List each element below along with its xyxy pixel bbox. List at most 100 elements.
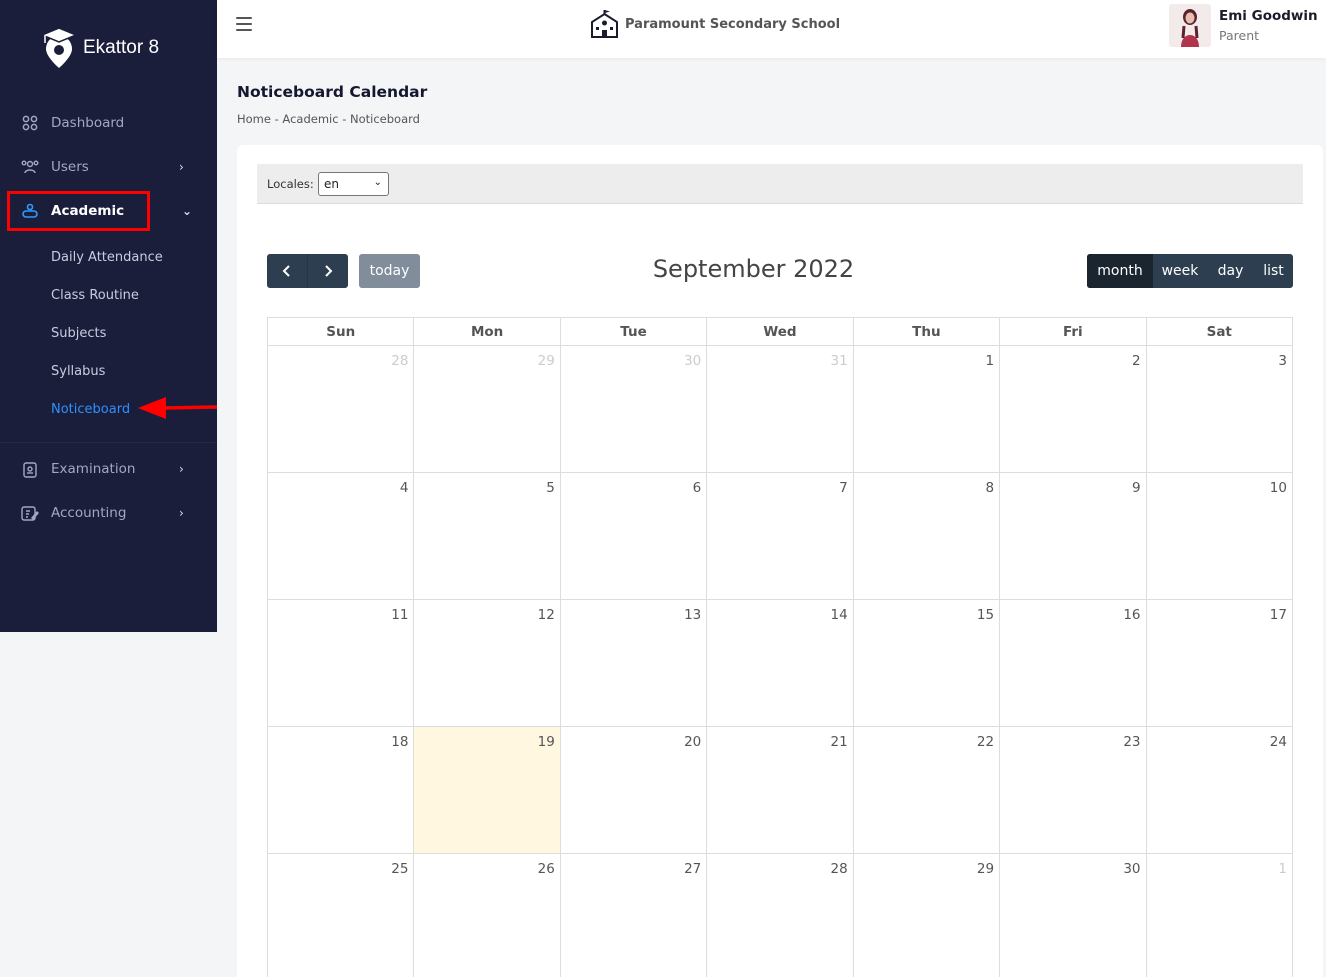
academic-icon (21, 202, 39, 220)
day-cell[interactable]: 31 (707, 346, 854, 473)
prev-month-button[interactable] (267, 254, 307, 288)
day-number: 27 (684, 861, 702, 877)
day-cell[interactable]: 9 (1000, 473, 1147, 600)
day-cell[interactable]: 17 (1146, 600, 1293, 727)
sidebar-item-dashboard[interactable]: Dashboard (0, 108, 217, 138)
chevron-down-icon: ⌄ (182, 204, 193, 218)
day-cell[interactable]: 22 (853, 727, 1001, 854)
next-month-button[interactable] (307, 254, 347, 288)
breadcrumb: Home - Academic - Noticeboard (237, 112, 420, 126)
chevron-right-icon (324, 265, 332, 277)
weekday-header-row: Sun Mon Tue Wed Thu Fri Sat (268, 318, 1293, 346)
hamburger-menu-icon[interactable] (236, 17, 252, 31)
day-cell[interactable]: 21 (707, 727, 854, 854)
sidebar-item-examination[interactable]: Examination › (0, 454, 217, 484)
calendar-nav-group (267, 254, 348, 288)
sidebar-divider (0, 442, 217, 443)
weekday-header: Wed (707, 318, 854, 346)
sidebar: Ekattor 8 Dashboard Users › Academic ⌄ D… (0, 0, 218, 632)
day-cell[interactable]: 5 (414, 473, 561, 600)
view-week-button[interactable]: week (1153, 254, 1207, 288)
day-cell[interactable]: 28 (268, 346, 415, 473)
weekday-header: Fri (1000, 318, 1147, 346)
day-cell[interactable]: 16 (1000, 600, 1147, 727)
day-cell[interactable]: 29 (414, 346, 561, 473)
day-number: 16 (1123, 607, 1141, 623)
day-number: 1 (1278, 861, 1287, 877)
day-cell[interactable]: 14 (707, 600, 854, 727)
day-number: 6 (692, 480, 702, 496)
day-cell[interactable]: 18 (268, 727, 415, 854)
day-number: 12 (537, 607, 555, 623)
day-number: 23 (1123, 734, 1141, 750)
view-list-button[interactable]: list (1254, 254, 1293, 288)
sidebar-item-academic[interactable]: Academic ⌄ (0, 196, 217, 226)
school-header: Paramount Secondary School (590, 10, 840, 39)
day-cell[interactable]: 26 (414, 854, 561, 977)
view-month-button[interactable]: month (1087, 254, 1153, 288)
calendar-card: Locales: en ⌄ today September 2022 month… (237, 145, 1323, 977)
day-cell[interactable]: 2 (1000, 346, 1147, 473)
day-cell[interactable]: 27 (561, 854, 708, 977)
day-number: 17 (1269, 607, 1287, 623)
sidebar-subitem-noticeboard[interactable]: Noticeboard (51, 402, 130, 417)
calendar-week-row: 28 29 30 31 1 2 3 (268, 346, 1293, 473)
page-title: Noticeboard Calendar (237, 83, 428, 101)
locale-select[interactable]: en ⌄ (318, 172, 389, 196)
sidebar-subitem-class-routine[interactable]: Class Routine (51, 288, 139, 303)
sidebar-item-accounting[interactable]: Accounting › (0, 498, 217, 528)
view-day-button[interactable]: day (1207, 254, 1254, 288)
calendar-week-row: 11 12 13 14 15 16 17 (268, 600, 1293, 727)
day-cell[interactable]: 1 (1147, 854, 1293, 977)
user-name[interactable]: Emi Goodwin (1219, 8, 1318, 24)
day-cell[interactable]: 4 (268, 473, 415, 600)
day-cell[interactable]: 15 (853, 600, 1001, 727)
day-number: 30 (684, 353, 702, 369)
sidebar-subitem-daily-attendance[interactable]: Daily Attendance (51, 250, 163, 265)
day-number: 28 (391, 353, 409, 369)
dashboard-grid-icon (21, 114, 39, 132)
day-cell[interactable]: 10 (1146, 473, 1293, 600)
day-cell[interactable]: 30 (1000, 854, 1147, 977)
day-cell[interactable]: 25 (268, 854, 415, 977)
day-cell[interactable]: 23 (1000, 727, 1147, 854)
day-cell[interactable]: 12 (414, 600, 561, 727)
day-cell[interactable]: 20 (560, 727, 708, 854)
day-cell[interactable]: 28 (707, 854, 854, 977)
day-number: 3 (1278, 353, 1287, 369)
avatar[interactable] (1169, 4, 1211, 47)
day-number: 28 (830, 861, 848, 877)
day-cell[interactable]: 29 (854, 854, 1001, 977)
day-number: 7 (839, 480, 848, 496)
day-cell-today[interactable]: 19 (414, 727, 561, 854)
day-number: 31 (830, 353, 848, 369)
top-bar: Paramount Secondary School Emi Goodwin P… (217, 0, 1326, 58)
day-number: 29 (976, 861, 995, 877)
day-number: 26 (537, 861, 555, 877)
day-number: 9 (1131, 480, 1141, 496)
school-name: Paramount Secondary School (625, 17, 841, 32)
sidebar-item-label: Academic (51, 203, 125, 219)
sidebar-subitem-syllabus[interactable]: Syllabus (51, 364, 105, 379)
day-number: 22 (976, 734, 995, 750)
day-number: 24 (1269, 734, 1287, 750)
day-cell[interactable]: 8 (853, 473, 1001, 600)
day-cell[interactable]: 11 (268, 600, 415, 727)
day-cell[interactable]: 24 (1146, 727, 1293, 854)
graduation-pin-logo-icon (40, 27, 78, 68)
sidebar-subitem-subjects[interactable]: Subjects (51, 326, 106, 341)
day-number: 10 (1269, 480, 1287, 496)
annotation-arrow-icon (138, 397, 218, 419)
day-cell[interactable]: 1 (853, 346, 1001, 473)
brand[interactable]: Ekattor 8 (40, 26, 159, 70)
day-cell[interactable]: 3 (1146, 346, 1293, 473)
day-cell[interactable]: 13 (560, 600, 708, 727)
sidebar-item-users[interactable]: Users › (0, 152, 217, 182)
weekday-header: Sat (1146, 318, 1293, 346)
today-button[interactable]: today (359, 254, 420, 288)
day-number: 29 (537, 353, 555, 369)
day-cell[interactable]: 7 (707, 473, 854, 600)
day-cell[interactable]: 6 (560, 473, 708, 600)
day-number: 21 (830, 734, 848, 750)
day-cell[interactable]: 30 (560, 346, 708, 473)
